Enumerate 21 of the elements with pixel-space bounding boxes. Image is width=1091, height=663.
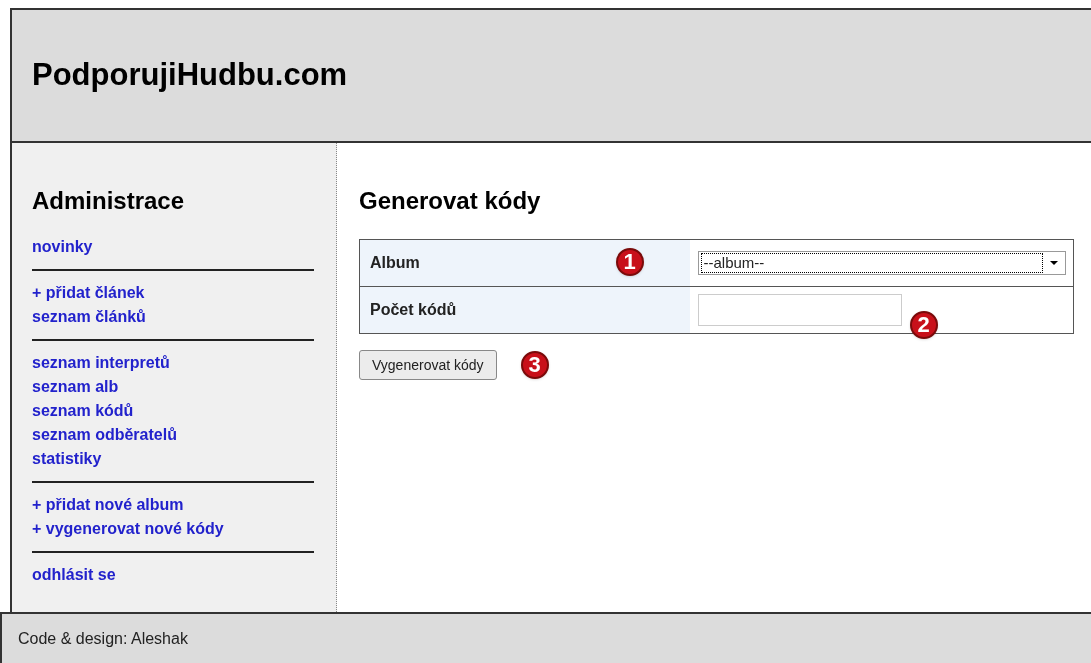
callout-badge: 3 bbox=[520, 351, 549, 379]
sidebar-link[interactable]: seznam interpretů bbox=[32, 354, 170, 371]
page-heading: Generovat kódy bbox=[359, 186, 542, 216]
sidebar-link[interactable]: + vygenerovat nové kódy bbox=[32, 520, 224, 537]
generate-button[interactable]: Vygenerovat kódy bbox=[359, 350, 497, 380]
sidebar-title: Administrace bbox=[32, 186, 186, 216]
sidebar-link[interactable]: seznam kódů bbox=[32, 402, 134, 419]
sidebar-link[interactable]: seznam alb bbox=[32, 378, 119, 395]
sidebar-link[interactable]: statistiky bbox=[32, 450, 102, 467]
count-input-field[interactable] bbox=[697, 294, 902, 326]
field-label: Počet kódů bbox=[359, 286, 690, 334]
sidebar-link[interactable]: odhlásit se bbox=[32, 566, 116, 583]
sidebar-link[interactable]: novinky bbox=[32, 238, 93, 255]
sidebar-link[interactable]: + přidat nové album bbox=[32, 496, 184, 513]
sidebar-link[interactable]: + přidat článek bbox=[32, 284, 145, 301]
footer-text: Code & design: Aleshak bbox=[18, 628, 188, 649]
album-select[interactable]: --album-- bbox=[697, 251, 1066, 275]
sidebar-link[interactable]: seznam odběratelů bbox=[32, 426, 177, 443]
callout-badge: 2 bbox=[909, 311, 938, 339]
sidebar-link[interactable]: seznam článků bbox=[32, 308, 146, 325]
site-title: PodporujiHudbu.com bbox=[32, 56, 348, 95]
